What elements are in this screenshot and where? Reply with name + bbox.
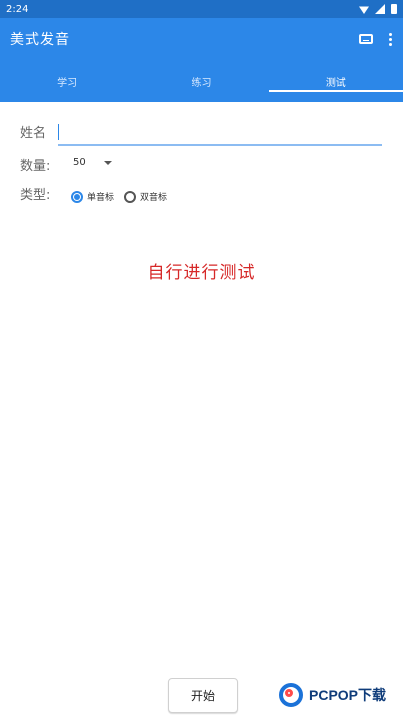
- wifi-icon: [359, 6, 369, 14]
- quantity-row: 数量:: [20, 155, 50, 174]
- tab-bar: 学习 练习 测试: [0, 60, 403, 102]
- radio-label-double: 双音标: [140, 193, 168, 203]
- tab-practice[interactable]: 练习: [134, 60, 268, 102]
- name-row: 姓名: [20, 122, 46, 141]
- tab-test[interactable]: 测试: [268, 60, 403, 102]
- status-icons: [359, 4, 397, 14]
- signal-icon: [375, 4, 385, 14]
- app-bar: 美式发音: [0, 18, 403, 60]
- quantity-label: 数量:: [20, 159, 51, 174]
- keyboard-icon[interactable]: [359, 34, 373, 44]
- quantity-select[interactable]: 50: [73, 157, 112, 168]
- status-time: 2:24: [6, 3, 29, 15]
- chevron-down-icon: [103, 160, 112, 165]
- type-label: 类型:: [20, 188, 51, 203]
- radio-double-phonetic[interactable]: 双音标: [124, 190, 167, 203]
- appbar-actions: [359, 32, 393, 46]
- app-title: 美式发音: [10, 32, 70, 48]
- tab-learn[interactable]: 学习: [0, 60, 134, 102]
- radio-single-phonetic[interactable]: 单音标: [71, 190, 114, 203]
- name-input[interactable]: [58, 122, 382, 144]
- quantity-value: 50: [73, 157, 86, 168]
- battery-icon: [391, 4, 397, 14]
- name-field-wrap: [58, 122, 382, 146]
- radio-checked-icon: [71, 190, 83, 203]
- text-caret: [58, 124, 59, 140]
- watermark: PCPOP下载: [279, 683, 386, 707]
- start-button[interactable]: 开始: [168, 678, 238, 713]
- status-bar: 2:24: [0, 0, 403, 18]
- caption-text: 自行进行测试: [147, 263, 256, 283]
- pcpop-logo-icon: [279, 683, 303, 707]
- more-options-icon[interactable]: [389, 32, 393, 46]
- radio-label-single: 单音标: [87, 193, 115, 203]
- radio-unchecked-icon: [124, 190, 137, 203]
- type-radio-group: 单音标 双音标: [71, 190, 167, 203]
- watermark-text: PCPOP下载: [309, 687, 387, 703]
- type-row: 类型:: [20, 184, 50, 203]
- name-label: 姓名: [20, 126, 47, 141]
